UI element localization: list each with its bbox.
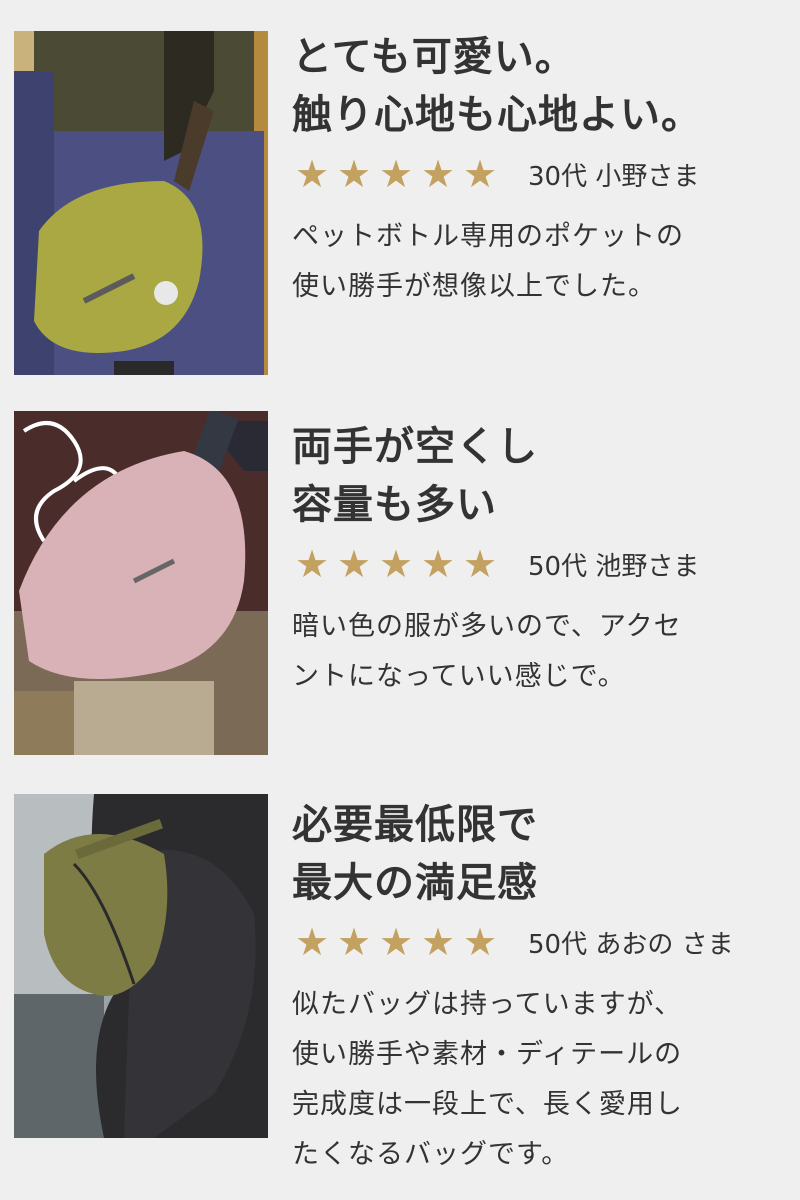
star-icon: ★ xyxy=(294,542,330,586)
star-icon: ★ xyxy=(378,920,414,964)
star-icon: ★ xyxy=(462,542,498,586)
star-icon: ★ xyxy=(336,542,372,586)
star-icon: ★ xyxy=(420,920,456,964)
rating-row: ★ ★ ★ ★ ★ 50代 池野さま xyxy=(292,540,792,588)
review-body: 暗い色の服が多いので、アクセ ントになっていい感じで。 xyxy=(292,611,682,692)
review-headline: とても可愛い。 触り心地も心地よい。 xyxy=(292,34,702,138)
star-icon: ★ xyxy=(336,920,372,964)
product-photo-pink-bag xyxy=(14,411,268,755)
review-headline: 必要最低限で 最大の満足感 xyxy=(292,802,538,906)
reviewer-name: 50代 池野さま xyxy=(528,551,700,582)
star-icon: ★ xyxy=(294,152,330,196)
star-icon: ★ xyxy=(420,152,456,196)
reviewer-name: 50代 あおの さま xyxy=(528,929,734,960)
reviewer-name: 30代 小野さま xyxy=(528,161,700,192)
review-body: 似たバッグは持っていますが、 使い勝手や素材・ディテールの 完成度は一段上で、長… xyxy=(292,989,683,1170)
star-rating: ★ ★ ★ ★ ★ xyxy=(292,155,500,193)
star-icon: ★ xyxy=(462,920,498,964)
review-photo-1 xyxy=(14,31,268,375)
rating-row: ★ ★ ★ ★ ★ 50代 あおの さま xyxy=(292,918,792,966)
star-icon: ★ xyxy=(420,542,456,586)
review-photo-2 xyxy=(14,411,268,755)
star-icon: ★ xyxy=(294,920,330,964)
star-icon: ★ xyxy=(378,152,414,196)
review-photo-3 xyxy=(14,794,268,1138)
product-photo-olive-bag xyxy=(14,31,268,375)
star-icon: ★ xyxy=(378,542,414,586)
star-icon: ★ xyxy=(462,152,498,196)
review-body: ペットボトル専用のポケットの 使い勝手が想像以上でした。 xyxy=(292,221,684,302)
star-icon: ★ xyxy=(336,152,372,196)
product-photo-khaki-bag xyxy=(14,794,268,1138)
star-rating: ★ ★ ★ ★ ★ xyxy=(292,545,500,583)
review-headline: 両手が空くし 容量も多い xyxy=(292,424,538,528)
star-rating: ★ ★ ★ ★ ★ xyxy=(292,923,500,961)
rating-row: ★ ★ ★ ★ ★ 30代 小野さま xyxy=(292,150,792,198)
